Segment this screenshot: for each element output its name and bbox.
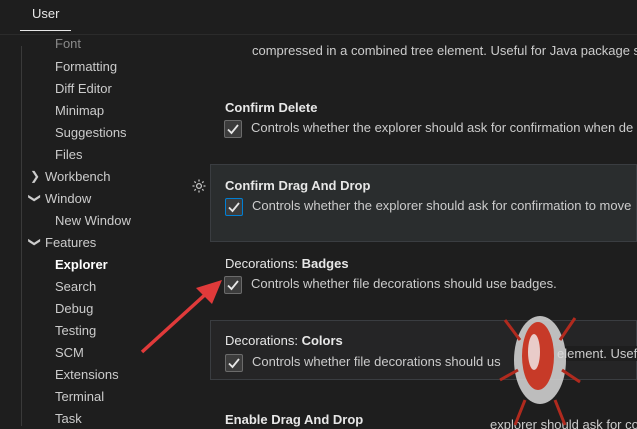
tree-indent-guide — [21, 46, 22, 426]
setting-description: compressed in a combined tree element. U… — [252, 43, 637, 58]
toc-item-label: Features — [45, 235, 97, 250]
toc-item-window[interactable]: ❯ Window — [28, 191, 92, 206]
toc-item-new-window[interactable]: New Window — [55, 213, 131, 228]
setting-confirm-delete: Confirm Delete Controls whether the expl… — [210, 98, 637, 148]
toc-item-terminal[interactable]: Terminal — [55, 389, 104, 404]
check-icon — [228, 202, 240, 213]
check-icon — [227, 124, 239, 135]
toc-item-explorer[interactable]: Explorer — [55, 257, 108, 272]
gear-icon[interactable] — [191, 178, 207, 194]
settings-toc: Font Formatting Diff Editor Minimap Sugg… — [0, 34, 180, 429]
toc-item-files[interactable]: Files — [55, 147, 82, 162]
toc-item-features[interactable]: ❯ Features — [28, 235, 97, 250]
setting-title: Decorations: Colors — [225, 333, 343, 348]
red-arrow-annotation — [140, 280, 222, 354]
toc-item-font[interactable]: Font — [55, 36, 81, 51]
bug-mascot-image — [499, 316, 581, 426]
chevron-right-icon: ❯ — [29, 169, 41, 183]
toc-item-diff-editor[interactable]: Diff Editor — [55, 81, 112, 96]
settings-header: User — [0, 0, 637, 35]
chevron-down-icon: ❯ — [28, 236, 42, 248]
toc-item-minimap[interactable]: Minimap — [55, 103, 104, 118]
toc-item-suggestions[interactable]: Suggestions — [55, 125, 127, 140]
setting-title: Confirm Delete — [225, 100, 318, 115]
check-icon — [227, 280, 239, 291]
toc-item-task[interactable]: Task — [55, 411, 82, 426]
tab-user[interactable]: User — [20, 0, 72, 31]
setting-description: Controls whether the explorer should ask… — [252, 198, 632, 213]
setting-title: Enable Drag And Drop — [225, 412, 364, 427]
toc-item-extensions[interactable]: Extensions — [55, 367, 119, 382]
toc-item-formatting[interactable]: Formatting — [55, 59, 117, 74]
setting-description: Controls whether the explorer should ask… — [251, 120, 634, 135]
toc-item-debug[interactable]: Debug — [55, 301, 93, 316]
setting-title: Decorations: Badges — [225, 256, 349, 271]
check-icon — [228, 358, 240, 369]
toc-item-label: Window — [45, 191, 92, 206]
toc-item-search[interactable]: Search — [55, 279, 96, 294]
chevron-down-icon: ❯ — [28, 192, 42, 204]
setting-decorations-badges: Decorations: Badges Controls whether fil… — [210, 254, 637, 304]
setting-confirm-drag-and-drop: Confirm Drag And Drop Controls whether t… — [210, 164, 637, 242]
setting-description: Controls whether file decorations should… — [252, 354, 501, 369]
toc-item-testing[interactable]: Testing — [55, 323, 96, 338]
confirm-delete-checkbox[interactable] — [224, 120, 242, 138]
toc-item-workbench[interactable]: ❯ Workbench — [30, 169, 111, 184]
setting-title: Confirm Drag And Drop — [225, 178, 371, 193]
toc-item-label: Workbench — [45, 169, 111, 184]
confirm-drag-checkbox[interactable] — [225, 198, 243, 216]
setting-description: Controls whether file decorations should… — [251, 276, 557, 291]
toc-item-scm[interactable]: SCM — [55, 345, 84, 360]
